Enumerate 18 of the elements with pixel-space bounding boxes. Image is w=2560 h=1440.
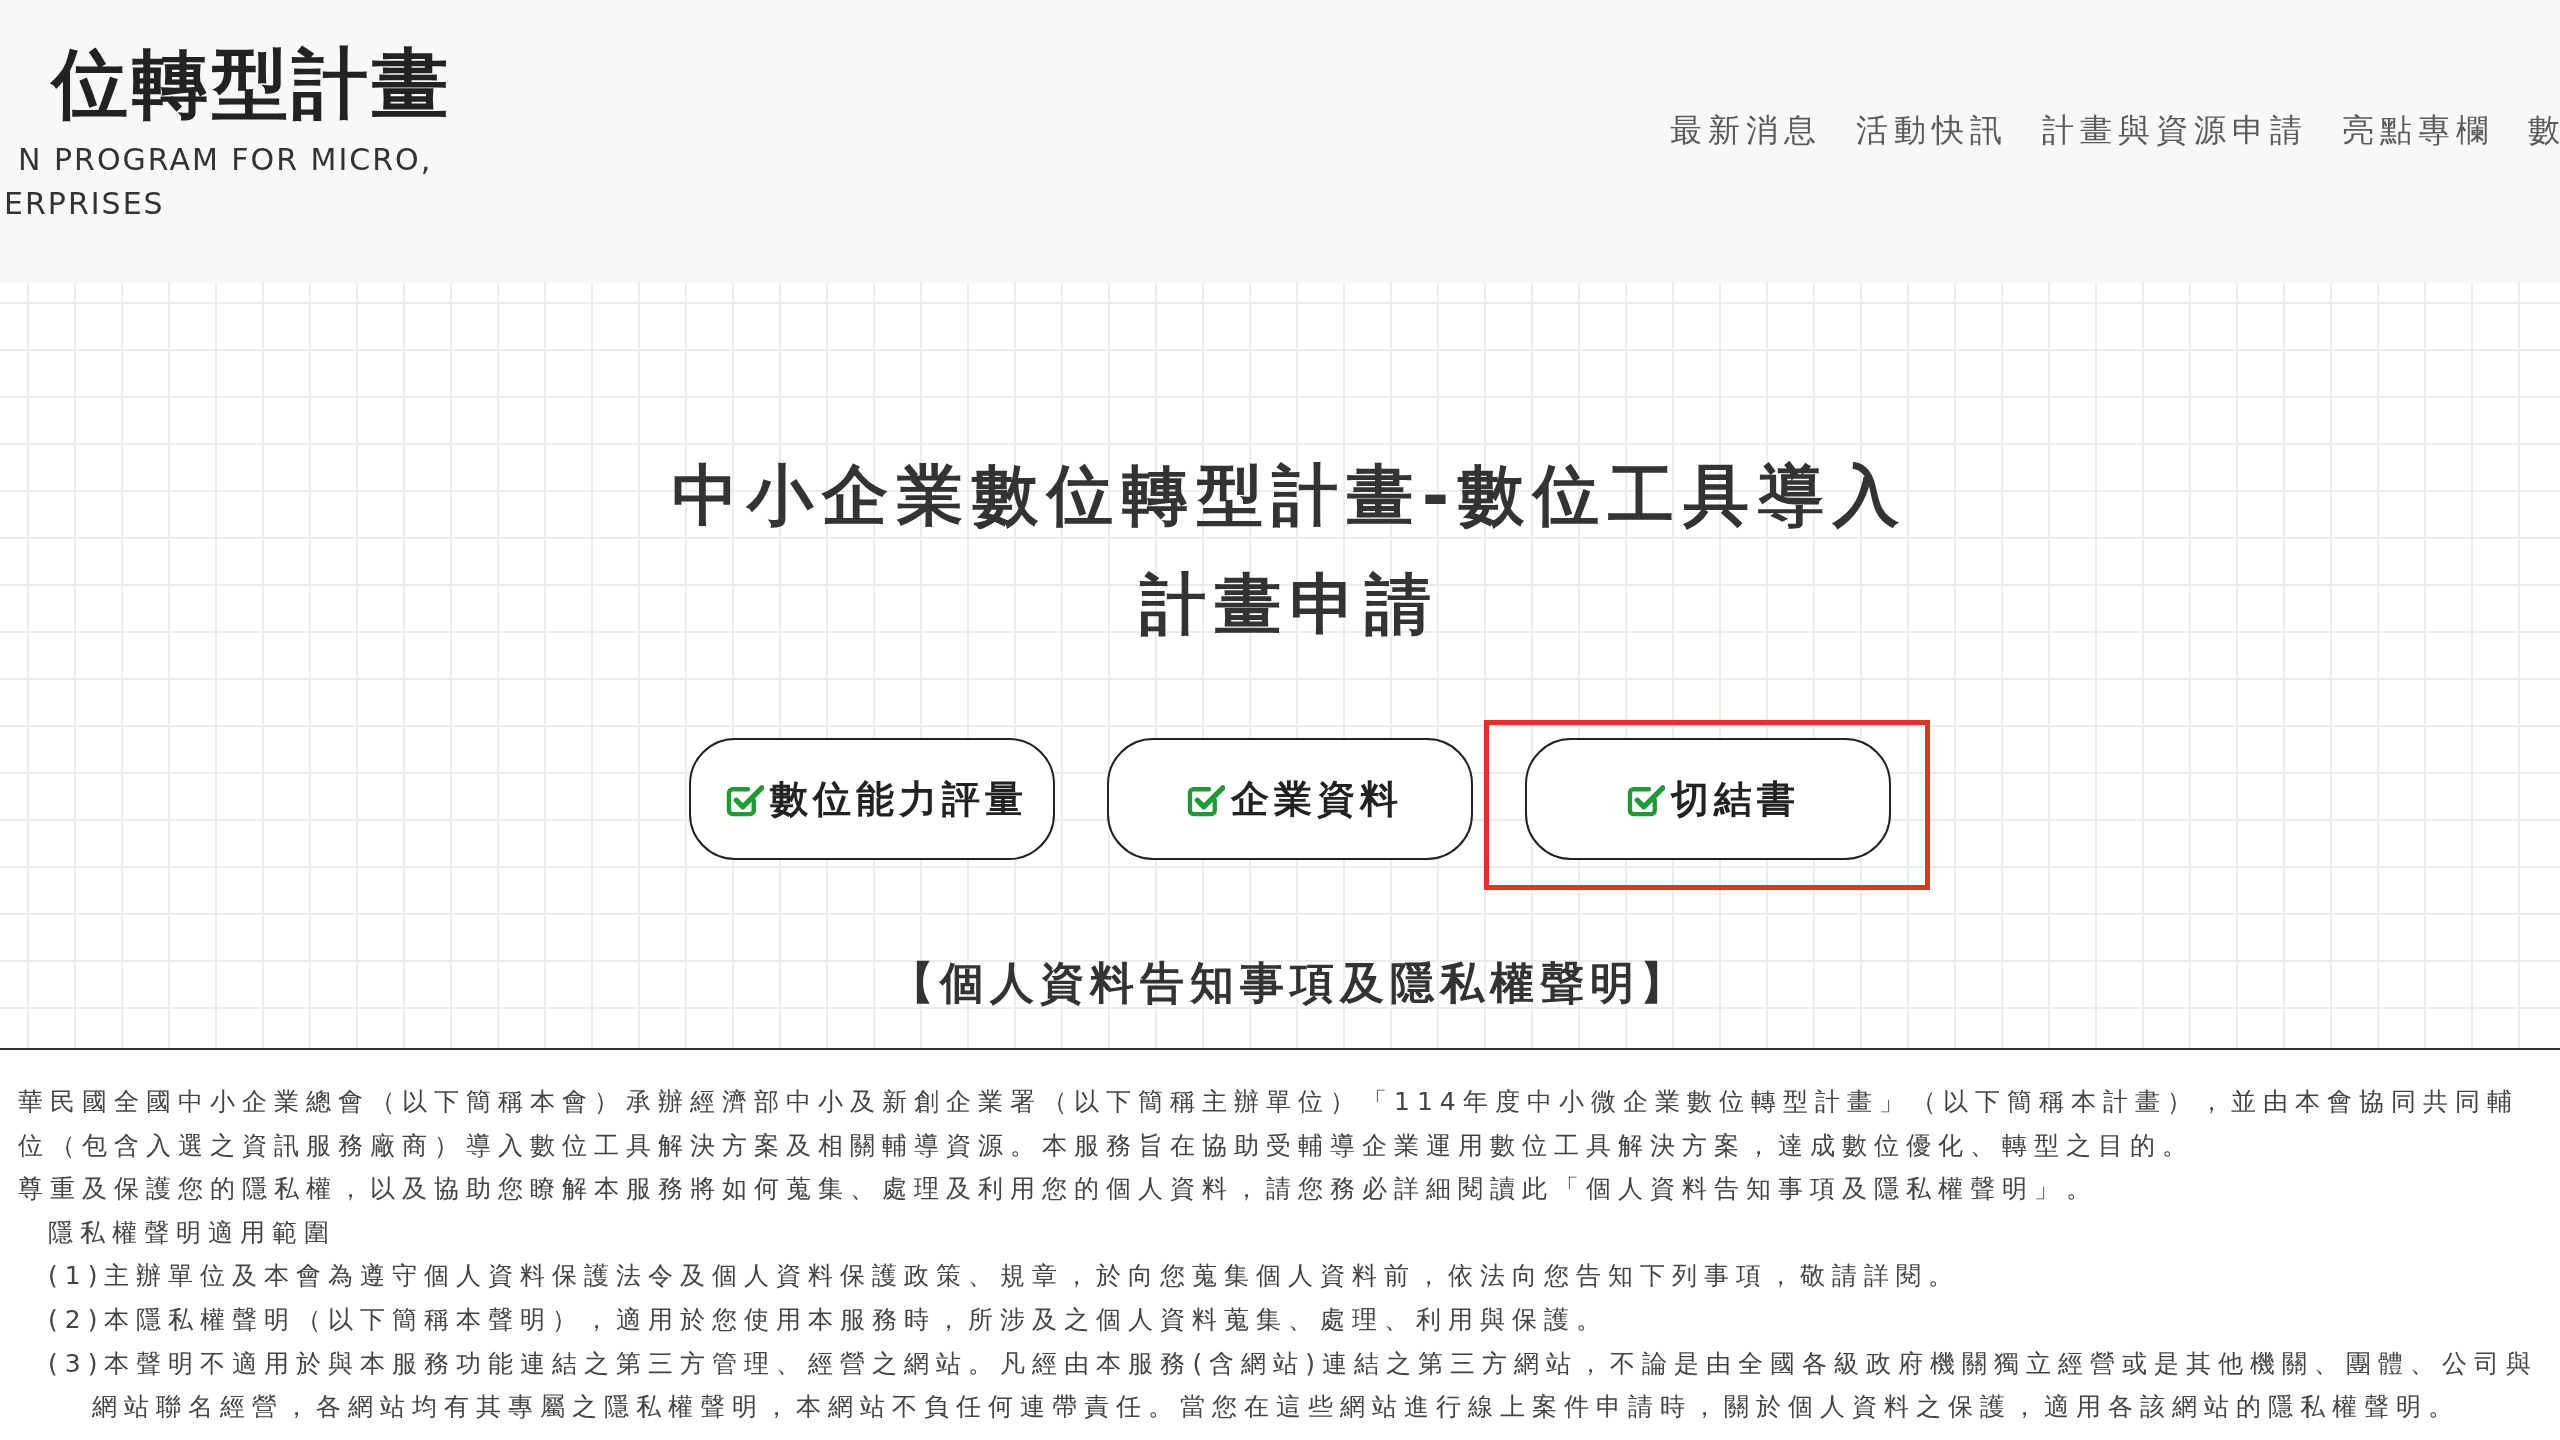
notice-paragraph: 尊重及保護您的隱私權，以及協助您瞭解本服務將如何蒐集、處理及利用您的個人資料，請您務必詳細閱讀此「個人資料告知事項及隱私權聲明」。: [17, 1173, 2099, 1206]
list-item: (1)主辦單位及本會為遵守個人資料保護法令及個人資料保護政策、規章，於向您蒐集個人資料前，依法向您告知下列事項，敬請詳閱。: [47, 1260, 1962, 1293]
step-button[interactable]: 數位能力評量: [689, 738, 1055, 860]
nav-link[interactable]: 活動快訊: [1856, 110, 2008, 150]
list-item: (3)本聲明不適用於與本服務功能連結之第三方管理、經營之網站。凡經由本服務(含網站)連結之第三方網站，不論是由全國各級政府機關獨立經營或是其他機關、團體、公司與 網站聯名經營，各網站均有其專屬之隱私權聲明，本網站不負任何連帶責任。當您在這些網站進行線上案件申請時，關於個人資料之保護，適用各該網站的隱私權聲明。: [47, 1347, 2539, 1424]
nav-link[interactable]: 最新消息: [1670, 110, 1822, 150]
logo-title[interactable]: 位轉型計畫: [0, 39, 452, 129]
nav-link[interactable]: 亮點專欄: [2342, 110, 2494, 150]
nav-link[interactable]: 計畫與資源申請: [2042, 110, 2308, 150]
list-item: (2)本隱私權聲明（以下簡稱本聲明），適用於您使用本服務時，所涉及之個人資料蒐集、處理、利用與保護。: [47, 1303, 1610, 1336]
notice-paragraph: 華民國全國中小企業總會（以下簡稱本會）承辦經濟部中小及新創企業署（以下簡稱主辦單位）「114年度中小微企業數位轉型計畫」（以下簡稱本計畫），並由本會協同共同輔 位（包含入選之資訊服務廠商）導入數位工具解決方案及相關輔導資源。本服務旨在協助受輔導企業運用數位工具解決方案，達成數位優化、轉型之目的。: [17, 1086, 2520, 1162]
step-button[interactable]: 企業資料: [1107, 738, 1473, 860]
notice-heading: 【個人資料告知事項及隱私權聲明】: [890, 956, 1690, 1010]
page-title: 中小企業數位轉型計畫-數位工具導入計畫申請: [670, 456, 1910, 645]
step-button[interactable]: 切結書: [1525, 738, 1891, 860]
section-heading: 隱私權聲明適用範圍: [47, 1216, 337, 1249]
logo-subtitle: N PROGRAM FOR MICRO, ERPRISES: [3, 141, 434, 223]
nav-link[interactable]: 數: [2528, 110, 2560, 150]
